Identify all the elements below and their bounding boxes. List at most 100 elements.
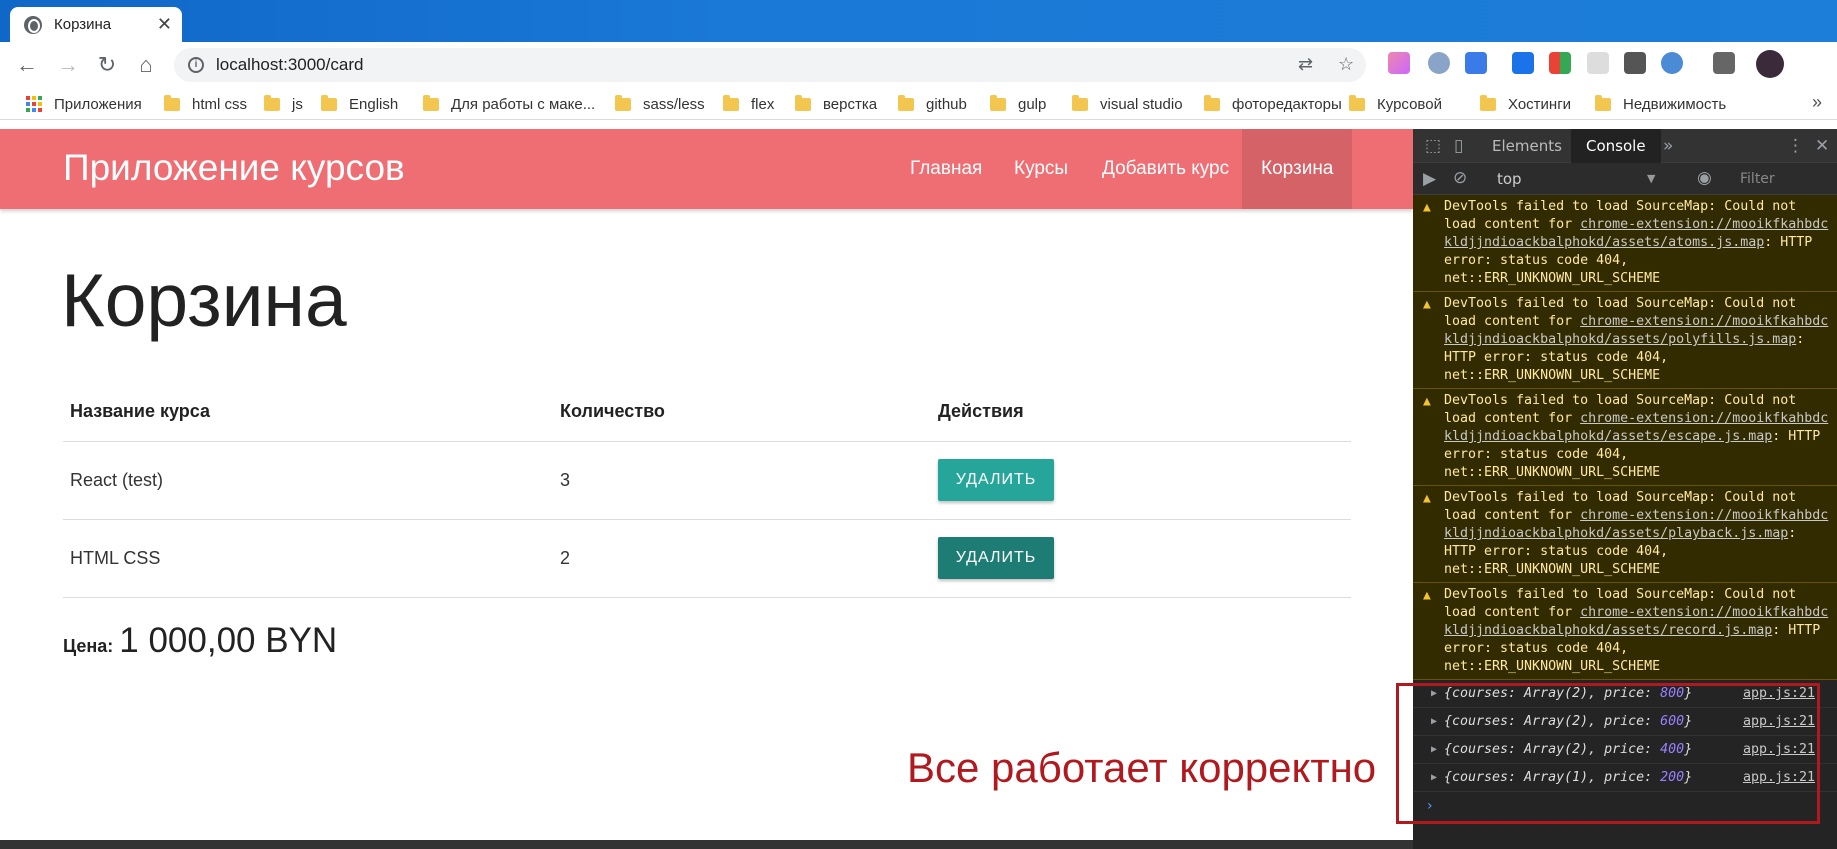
brand-logo[interactable]: Приложение курсов bbox=[63, 147, 405, 189]
more-tabs-icon[interactable]: » bbox=[1663, 136, 1673, 156]
extension-icon[interactable] bbox=[1624, 52, 1646, 74]
browser-titlebar: Корзина ✕ bbox=[0, 0, 1837, 42]
browser-tab[interactable]: Корзина ✕ bbox=[10, 7, 182, 42]
nav-link-cart[interactable]: Корзина bbox=[1242, 129, 1353, 209]
clear-console-icon[interactable]: ⊘ bbox=[1453, 168, 1467, 188]
warning-icon: ▲ bbox=[1423, 297, 1431, 312]
avatar[interactable] bbox=[1756, 50, 1784, 78]
bookmarks-overflow-icon[interactable]: » bbox=[1812, 92, 1822, 113]
window-bottom-edge bbox=[0, 840, 1413, 849]
app-page: Приложение курсов Главная Курсы Добавить… bbox=[0, 129, 1413, 840]
cart-table: Название курса Количество Действия React… bbox=[63, 382, 1351, 598]
app-navbar: Приложение курсов Главная Курсы Добавить… bbox=[0, 129, 1413, 209]
extension-icon[interactable] bbox=[1661, 52, 1683, 74]
context-select-value: top bbox=[1497, 170, 1522, 188]
console-warning: ▲ DevTools failed to load SourceMap: Coul… bbox=[1413, 389, 1837, 486]
bookmark-item[interactable]: github bbox=[898, 94, 967, 114]
bookmark-item[interactable]: Хостинги bbox=[1480, 94, 1571, 114]
console-filter-bar: ▶ ⊘ top ▼ ◉ Filter bbox=[1413, 163, 1837, 195]
context-select[interactable]: top ▼ bbox=[1497, 163, 1667, 195]
bookmark-item[interactable]: Курсовой bbox=[1349, 94, 1442, 114]
url-text[interactable]: localhost:3000/card bbox=[216, 55, 363, 75]
translate-icon[interactable]: ⇄ bbox=[1298, 54, 1313, 75]
bookmark-label: gulp bbox=[1018, 95, 1047, 113]
site-info-icon[interactable]: i bbox=[188, 57, 204, 73]
folder-icon bbox=[1204, 94, 1220, 111]
folder-icon bbox=[990, 94, 1006, 111]
address-bar[interactable]: i localhost:3000/card ⇄ ☆ bbox=[174, 48, 1366, 82]
bookmark-item[interactable]: gulp bbox=[990, 94, 1046, 114]
close-tab-icon[interactable]: ✕ bbox=[157, 14, 172, 35]
inspect-element-icon[interactable]: ⬚ bbox=[1425, 136, 1441, 156]
folder-icon bbox=[164, 94, 180, 111]
extension-icon[interactable] bbox=[1388, 52, 1410, 74]
reload-icon[interactable]: ↻ bbox=[94, 52, 120, 78]
globe-icon bbox=[24, 15, 42, 34]
table-header-row: Название курса Количество Действия bbox=[63, 382, 1351, 442]
warning-icon: ▲ bbox=[1423, 394, 1431, 409]
bookmark-star-icon[interactable]: ☆ bbox=[1338, 54, 1354, 75]
bookmark-item[interactable]: фоторедакторы bbox=[1204, 94, 1342, 114]
nav-link-add-course[interactable]: Добавить курс bbox=[1083, 129, 1248, 209]
bookmark-item[interactable]: sass/less bbox=[615, 94, 705, 114]
close-devtools-icon[interactable]: ✕ bbox=[1815, 136, 1829, 156]
device-toolbar-icon[interactable]: ▯ bbox=[1454, 136, 1463, 156]
delete-button[interactable]: УДАЛИТЬ bbox=[938, 459, 1054, 501]
tab-title: Корзина bbox=[54, 16, 112, 33]
column-header-actions: Действия bbox=[931, 382, 1351, 442]
quantity-cell: 2 bbox=[553, 519, 931, 598]
bookmark-item[interactable]: visual studio bbox=[1072, 94, 1183, 114]
delete-button[interactable]: УДАЛИТЬ bbox=[938, 537, 1054, 579]
bookmark-item[interactable]: верстка bbox=[795, 94, 877, 114]
bookmark-item[interactable]: html css bbox=[164, 94, 247, 114]
extension-icon[interactable] bbox=[1428, 52, 1450, 74]
folder-icon bbox=[264, 94, 280, 111]
cart-total: Цена: 1 000,00 BYN bbox=[63, 621, 337, 661]
forward-icon[interactable]: → bbox=[55, 52, 81, 78]
devtools-menu-icon[interactable]: ⋮ bbox=[1787, 136, 1804, 156]
bookmark-item[interactable]: js bbox=[264, 94, 303, 114]
actions-cell: УДАЛИТЬ bbox=[931, 441, 1351, 520]
bookmark-label: верстка bbox=[823, 95, 878, 113]
bookmark-label: js bbox=[292, 95, 303, 113]
table-row: HTML CSS 2 УДАЛИТЬ bbox=[63, 519, 1351, 598]
chevron-down-icon: ▼ bbox=[1647, 172, 1656, 185]
nav-link-courses[interactable]: Курсы bbox=[995, 129, 1087, 209]
bookmark-item[interactable]: Недвижимость bbox=[1595, 94, 1726, 114]
folder-icon bbox=[615, 94, 631, 111]
folder-icon bbox=[1480, 94, 1496, 111]
folder-icon bbox=[795, 94, 811, 111]
bookmark-label: html css bbox=[192, 95, 248, 113]
bookmark-label: visual studio bbox=[1100, 95, 1183, 113]
home-icon[interactable]: ⌂ bbox=[133, 52, 159, 78]
page-title: Корзина bbox=[61, 258, 347, 342]
back-icon[interactable]: ← bbox=[14, 52, 40, 78]
actions-cell: УДАЛИТЬ bbox=[931, 519, 1351, 598]
live-expression-eye-icon[interactable]: ◉ bbox=[1697, 168, 1712, 188]
bookmark-label: English bbox=[349, 95, 399, 113]
extension-icon[interactable] bbox=[1512, 52, 1534, 74]
quantity-cell: 3 bbox=[553, 441, 931, 520]
tab-elements[interactable]: Elements bbox=[1477, 129, 1577, 163]
price-label: Цена: bbox=[63, 636, 114, 656]
console-filter-input[interactable]: Filter bbox=[1734, 167, 1822, 191]
folder-icon bbox=[423, 94, 439, 111]
extension-icon[interactable] bbox=[1713, 52, 1735, 74]
warning-icon: ▲ bbox=[1423, 588, 1431, 603]
extension-icon[interactable] bbox=[1549, 52, 1571, 74]
console-sidebar-icon[interactable]: ▶ bbox=[1423, 169, 1436, 189]
bookmark-item[interactable]: Для работы с маке... bbox=[423, 94, 595, 114]
console-warning: ▲ DevTools failed to load SourceMap: Coul… bbox=[1413, 583, 1837, 680]
folder-icon bbox=[723, 94, 739, 111]
tab-console[interactable]: Console bbox=[1571, 129, 1661, 163]
apps-grid-icon bbox=[26, 96, 42, 112]
extension-icon[interactable] bbox=[1587, 52, 1609, 74]
extension-icon[interactable] bbox=[1465, 52, 1487, 74]
bookmark-item[interactable]: English bbox=[321, 94, 398, 114]
highlight-box bbox=[1396, 683, 1820, 824]
bookmark-item[interactable]: flex bbox=[723, 94, 774, 114]
nav-link-home[interactable]: Главная bbox=[891, 129, 1001, 209]
bookmark-label: github bbox=[926, 95, 967, 113]
bookmark-item[interactable]: Приложения bbox=[26, 94, 142, 114]
bookmarks-bar: Приложения html css js English Для работы с … bbox=[0, 88, 1837, 120]
